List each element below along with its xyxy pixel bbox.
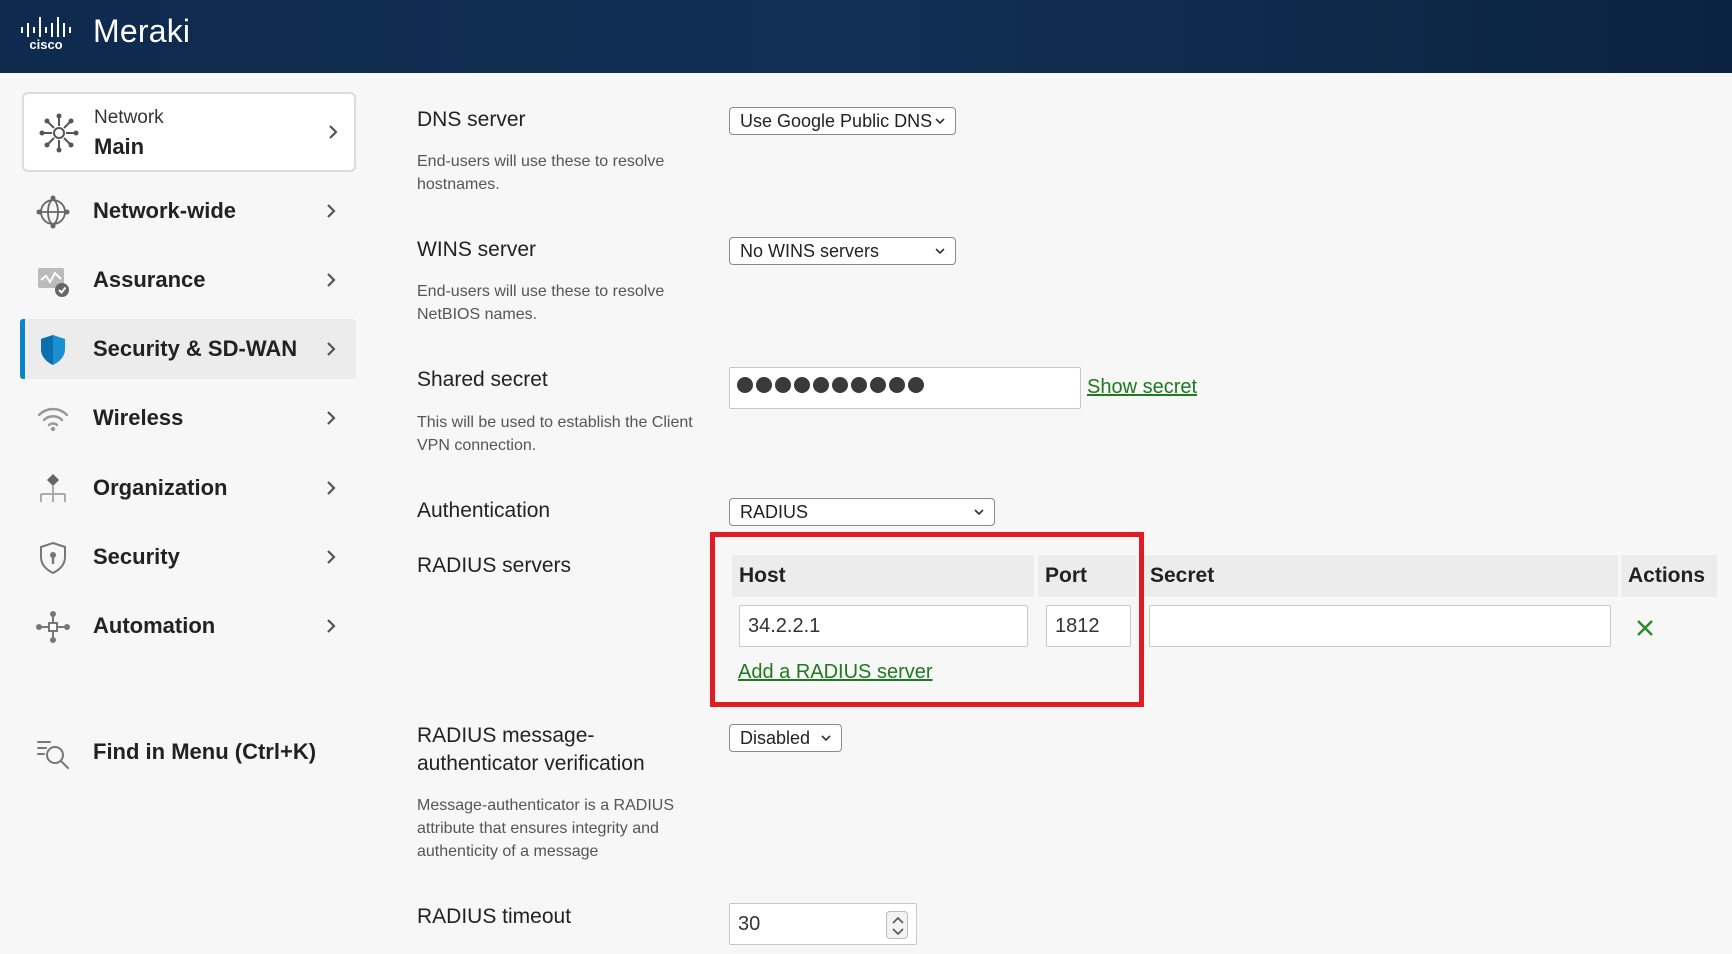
- shared-secret-help: This will be used to establish the Clien…: [417, 414, 693, 454]
- mask-dot: [889, 377, 905, 393]
- sidebar-item-network-wide[interactable]: Network-wide: [20, 181, 356, 241]
- security-shield-icon: [40, 541, 66, 575]
- globe-network-icon: [36, 195, 70, 229]
- find-in-menu-label: Find in Menu (Ctrl+K): [93, 739, 317, 764]
- sidebar-item-label: Security & SD-WAN: [93, 336, 298, 361]
- chevron-right-icon: [327, 204, 336, 218]
- radius-timeout-value: 30: [738, 913, 761, 935]
- wifi-icon: [37, 407, 69, 432]
- shared-secret-label: Shared secret: [417, 368, 548, 391]
- wins-server-label: WINS server: [417, 238, 537, 261]
- network-name: Main: [94, 134, 145, 159]
- sidebar-item-organization[interactable]: Organization: [20, 458, 356, 518]
- sidebar-item-security-sdwan[interactable]: Security & SD-WAN: [20, 319, 356, 379]
- sidebar-item-label: Security: [93, 544, 180, 569]
- logo-text: cisco: [29, 37, 62, 50]
- sidebar: Network Main Network-wide Assurance Secu…: [0, 73, 370, 952]
- chevron-down-icon: [935, 118, 945, 125]
- app-title: Meraki: [93, 13, 191, 49]
- dns-server-label: DNS server: [417, 108, 526, 131]
- msg-auth-help: Message-authenticator is a RADIUS attrib…: [417, 797, 674, 860]
- radius-servers-label: RADIUS servers: [417, 554, 572, 577]
- dns-server-help: End-users will use these to resolve host…: [417, 153, 665, 193]
- chevron-right-icon: [327, 411, 336, 425]
- sidebar-item-label: Network-wide: [93, 198, 237, 223]
- mask-dot: [737, 377, 753, 393]
- number-stepper[interactable]: [886, 911, 908, 939]
- chevron-down-icon: [821, 735, 831, 742]
- wins-server-select[interactable]: No WINS servers: [729, 237, 956, 265]
- stepper-arrows-icon: [892, 916, 904, 936]
- chevron-down-icon: [974, 509, 984, 516]
- masked-secret-dots: [737, 377, 924, 393]
- chevron-right-icon: [327, 342, 336, 356]
- network-kicker: Network: [94, 107, 164, 128]
- automation-icon: [36, 611, 70, 643]
- column-header-secret: Secret: [1142, 555, 1618, 597]
- sidebar-item-label: Assurance: [93, 267, 206, 292]
- chevron-right-icon: [327, 619, 336, 633]
- chevron-right-icon: [327, 273, 336, 287]
- msg-auth-select[interactable]: Disabled: [729, 724, 842, 752]
- network-hub-icon: [39, 113, 79, 153]
- sidebar-item-label: Automation: [93, 613, 216, 638]
- assurance-icon: [38, 268, 69, 297]
- wins-server-help: End-users will use these to resolve NetB…: [417, 283, 665, 323]
- mask-dot: [908, 377, 924, 393]
- msg-auth-label: RADIUS message-authenticator verificatio…: [417, 724, 645, 775]
- chevron-right-icon: [329, 125, 338, 139]
- radius-port-input[interactable]: 1812: [1046, 605, 1131, 647]
- mask-dot: [775, 377, 791, 393]
- sidebar-item-security[interactable]: Security: [20, 527, 356, 587]
- dns-server-select[interactable]: Use Google Public DNS: [729, 107, 956, 135]
- radius-secret-input[interactable]: [1149, 605, 1611, 647]
- mask-dot: [832, 377, 848, 393]
- organization-icon: [40, 474, 66, 502]
- chevron-right-icon: [327, 481, 336, 495]
- radius-host-input[interactable]: 34.2.2.1: [739, 605, 1028, 647]
- mask-dot: [870, 377, 886, 393]
- sidebar-item-wireless[interactable]: Wireless: [20, 388, 356, 448]
- column-header-host: Host: [732, 555, 1034, 597]
- sidebar-item-label: Wireless: [93, 405, 184, 430]
- column-header-actions: Actions: [1621, 555, 1717, 597]
- show-secret-link[interactable]: Show secret: [1087, 376, 1197, 399]
- search-list-icon: [37, 741, 69, 769]
- radius-timeout-label: RADIUS timeout: [417, 905, 572, 928]
- authentication-select[interactable]: RADIUS: [729, 498, 995, 526]
- find-in-menu[interactable]: Find in Menu (Ctrl+K): [20, 722, 356, 782]
- cisco-logo[interactable]: cisco: [20, 14, 80, 50]
- sidebar-item-automation[interactable]: Automation: [20, 596, 356, 656]
- shield-icon: [41, 335, 65, 365]
- sidebar-item-assurance[interactable]: Assurance: [20, 250, 356, 310]
- mask-dot: [756, 377, 772, 393]
- top-bar: cisco Meraki: [0, 0, 1732, 73]
- mask-dot: [851, 377, 867, 393]
- add-radius-server-link[interactable]: Add a RADIUS server: [738, 661, 933, 684]
- network-selector[interactable]: Network Main: [22, 92, 356, 172]
- radius-timeout-input[interactable]: 30: [729, 903, 917, 945]
- mask-dot: [794, 377, 810, 393]
- authentication-value: RADIUS: [740, 502, 809, 522]
- chevron-down-icon: [935, 248, 945, 255]
- delete-row-icon[interactable]: [1634, 617, 1656, 639]
- chevron-right-icon: [327, 550, 336, 564]
- mask-dot: [813, 377, 829, 393]
- dns-server-value: Use Google Public DNS: [740, 111, 933, 131]
- column-header-port: Port: [1038, 555, 1136, 597]
- authentication-label: Authentication: [417, 499, 551, 522]
- sidebar-item-label: Organization: [93, 475, 228, 500]
- wins-server-value: No WINS servers: [740, 241, 880, 261]
- msg-auth-value: Disabled: [740, 728, 811, 748]
